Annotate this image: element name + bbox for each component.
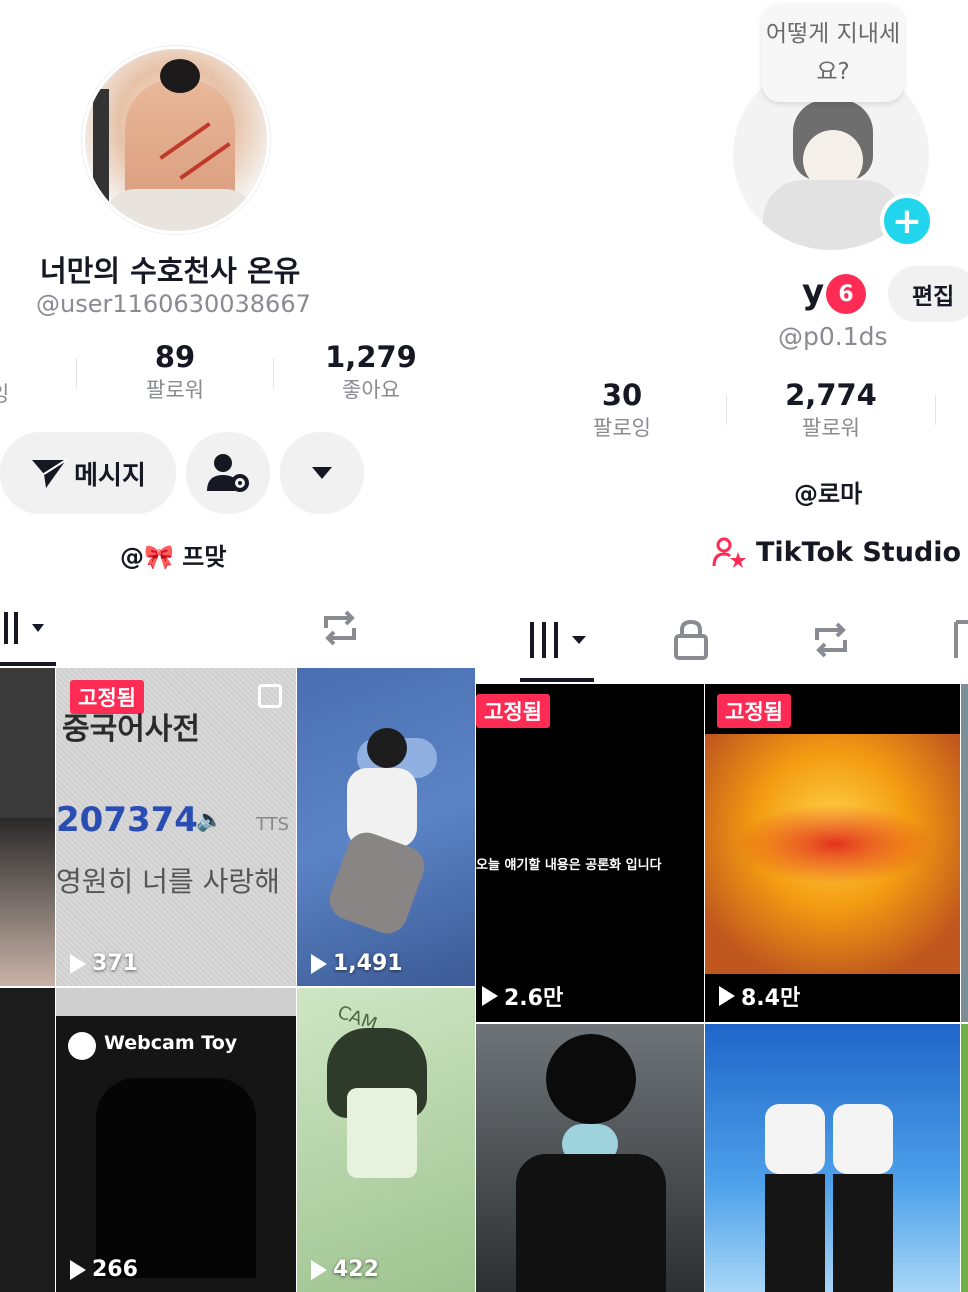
- video-tile[interactable]: 고정됨 오늘 얘기할 내용은 공론화 입니다 2.6만: [476, 684, 704, 1022]
- view-count: 8.4만: [719, 980, 800, 1012]
- view-count: 422: [311, 1257, 379, 1282]
- left-display-name: 너만의 수호천사 온유: [40, 254, 301, 288]
- repost-icon: [815, 622, 847, 658]
- right-tab-videos[interactable]: [528, 620, 590, 664]
- video-number: 207374: [56, 800, 198, 840]
- tiktok-studio-link[interactable]: TikTok Studio: [712, 536, 961, 568]
- video-tile[interactable]: Webcam Toy 266: [56, 988, 296, 1292]
- stat-divider: [935, 395, 936, 425]
- play-icon: [719, 986, 735, 1006]
- edit-profile-button[interactable]: 편집: [888, 266, 968, 322]
- left-likes-label: 좋아요: [342, 378, 400, 402]
- user-gear-icon: [207, 454, 249, 492]
- right-username: @p0.1ds: [778, 322, 888, 351]
- view-count: 1,491: [311, 951, 403, 976]
- play-icon: [311, 953, 327, 974]
- lock-icon: [674, 619, 708, 660]
- caret-down-icon: [312, 467, 332, 479]
- video-tile-partial[interactable]: [961, 1024, 968, 1292]
- left-video-tile-partial[interactable]: [0, 988, 55, 1292]
- user-star-icon: [712, 537, 746, 568]
- right-followers-label: 팔로워: [802, 416, 860, 440]
- video-tile[interactable]: [705, 1024, 960, 1292]
- right-following-stat[interactable]: 30 팔로잉: [572, 378, 672, 442]
- right-bio-link[interactable]: @로마: [794, 474, 862, 509]
- left-username: @user1160630038667: [36, 290, 311, 318]
- view-count: 2.6만: [482, 980, 563, 1012]
- right-tab-bookmarks[interactable]: [952, 618, 968, 666]
- video-tile[interactable]: 1,491: [297, 668, 475, 986]
- left-video-tile-partial[interactable]: [0, 668, 55, 986]
- grid-icon: [4, 612, 44, 644]
- message-button[interactable]: 메시지: [0, 432, 176, 514]
- webcam-label: Webcam Toy: [104, 1032, 238, 1054]
- left-followers-count: 89: [154, 340, 196, 374]
- video-tile[interactable]: [476, 1024, 704, 1292]
- video-tile[interactable]: 고정됨 8.4만: [705, 684, 960, 1022]
- stat-divider: [726, 395, 727, 425]
- level-badge: 6: [826, 274, 866, 314]
- left-following-label-partial: 잉: [0, 378, 9, 408]
- follow-settings-button[interactable]: [186, 432, 270, 514]
- left-tab-videos[interactable]: [0, 608, 60, 648]
- tts-label: TTS: [256, 814, 290, 835]
- right-tab-reposts[interactable]: [808, 618, 854, 666]
- play-icon: [482, 986, 498, 1006]
- video-tile-partial[interactable]: [961, 684, 968, 1022]
- add-story-button[interactable]: +: [880, 194, 934, 248]
- video-tile[interactable]: 고정됨 중국어사전 207374 🔈 TTS 영원히 너를 사랑해 371: [56, 668, 296, 986]
- right-followers-count: 2,774: [785, 378, 877, 412]
- grid-icon: [530, 622, 586, 658]
- speaker-icon: 🔈: [196, 808, 224, 833]
- pinned-badge: 고정됨: [717, 694, 791, 728]
- left-likes-count: 1,279: [325, 340, 417, 374]
- video-caption: 오늘 얘기할 내용은 공론화 입니다: [476, 858, 662, 873]
- stat-divider: [76, 358, 77, 388]
- right-tab-private[interactable]: [672, 618, 710, 666]
- video-title: 중국어사전: [62, 712, 200, 747]
- repost-icon: [324, 610, 356, 646]
- left-avatar[interactable]: [82, 46, 270, 234]
- send-icon: [32, 459, 67, 488]
- right-following-label: 팔로잉: [593, 416, 651, 440]
- play-icon: [70, 953, 86, 974]
- pinned-badge: 고정됨: [476, 694, 550, 728]
- video-tile[interactable]: CAM 422: [297, 988, 475, 1292]
- right-followers-stat[interactable]: 2,774 팔로워: [770, 378, 892, 442]
- right-tab-indicator: [520, 678, 594, 682]
- message-button-label: 메시지: [74, 460, 146, 491]
- left-tab-reposts[interactable]: [318, 606, 362, 654]
- play-icon: [311, 1259, 327, 1280]
- left-bio-link[interactable]: @🎀 프맞: [120, 537, 226, 572]
- multi-image-icon: [258, 684, 282, 708]
- play-icon: [70, 1259, 86, 1280]
- right-display-name: y: [802, 272, 825, 312]
- left-followers-stat[interactable]: 89 팔로워: [125, 340, 225, 404]
- view-count: 266: [70, 1257, 138, 1282]
- left-tab-indicator: [0, 662, 56, 666]
- stat-divider: [273, 358, 274, 388]
- more-options-dropdown[interactable]: [280, 432, 364, 514]
- video-subtitle: 영원히 너를 사랑해: [56, 865, 280, 898]
- left-likes-stat[interactable]: 1,279 좋아요: [310, 340, 432, 404]
- status-bubble[interactable]: 어떻게 지내세요?: [762, 4, 904, 102]
- bookmark-icon: [954, 620, 968, 658]
- tiktok-studio-label: TikTok Studio: [756, 536, 962, 568]
- view-count: 371: [70, 951, 138, 976]
- left-followers-label: 팔로워: [146, 378, 204, 402]
- right-following-count: 30: [601, 378, 643, 412]
